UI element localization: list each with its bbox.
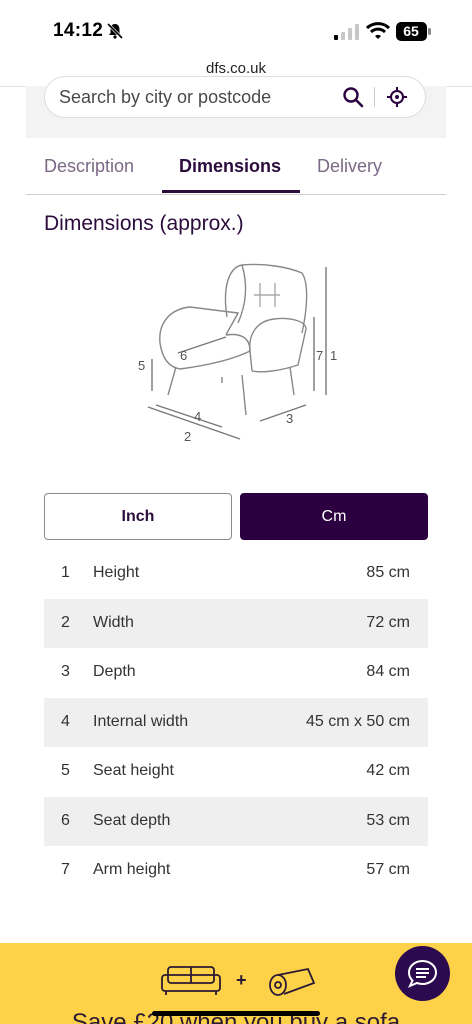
row-number: 7	[61, 861, 70, 878]
sofa-icon	[161, 966, 221, 995]
status-bar: 14:12 65	[0, 0, 472, 56]
tab-dimensions[interactable]: Dimensions	[179, 156, 281, 177]
row-label: Depth	[93, 663, 136, 680]
chair-dimensions-diagram: 1 2 3 4 5 6 7	[138, 263, 337, 444]
row-label: Height	[93, 564, 140, 581]
table-row: 3 Depth 84 cm	[44, 648, 428, 698]
chat-button[interactable]	[395, 946, 450, 1001]
row-label: Internal width	[93, 712, 189, 730]
dimensions-title: Dimensions (approx.)	[44, 212, 244, 235]
signal-icon	[334, 24, 359, 40]
battery-level: 65	[403, 23, 419, 39]
row-value: 85 cm	[366, 564, 410, 581]
row-number: 4	[61, 712, 70, 730]
search-icon[interactable]	[341, 85, 365, 109]
row-number: 5	[61, 762, 70, 779]
locate-icon[interactable]	[385, 85, 409, 109]
row-label: Arm height	[93, 861, 171, 878]
diagram-label-3: 3	[286, 411, 293, 426]
diagram-label-5: 5	[138, 358, 145, 373]
row-number: 6	[61, 811, 70, 829]
diagram-label-7: 7	[316, 348, 323, 363]
wifi-icon	[366, 22, 390, 39]
search-placeholder: Search by city or postcode	[59, 87, 272, 107]
row-number: 1	[61, 564, 70, 581]
row-value: 57 cm	[366, 861, 410, 878]
unit-cm-button[interactable]: Cm	[240, 493, 428, 540]
status-time: 14:12	[53, 20, 104, 41]
table-row: 5 Seat height 42 cm	[44, 747, 428, 797]
row-label: Width	[93, 613, 134, 631]
search-input[interactable]: Search by city or postcode	[44, 76, 426, 118]
dimensions-table: 1 Height 85 cm 2 Width 72 cm 3 Depth 84 …	[44, 549, 428, 896]
table-row: 1 Height 85 cm	[44, 549, 428, 599]
row-label: Seat height	[93, 762, 174, 779]
tab-description[interactable]: Description	[44, 156, 134, 177]
row-number: 3	[61, 663, 70, 680]
search-divider	[374, 87, 375, 107]
url-text: dfs.co.uk	[205, 60, 267, 77]
active-tab-indicator	[162, 190, 300, 193]
promo-icons: +	[161, 966, 316, 996]
row-value: 45 cm x 50 cm	[305, 712, 410, 730]
bell-slash-icon	[106, 22, 124, 40]
svg-text:+: +	[236, 970, 247, 990]
table-row: 4 Internal width 45 cm x 50 cm	[44, 697, 428, 747]
home-indicator	[152, 1011, 320, 1016]
row-value: 42 cm	[366, 762, 410, 779]
row-value: 84 cm	[366, 663, 410, 680]
store-search-panel: Search by city or postcode	[26, 76, 446, 138]
diagram-label-1: 1	[330, 348, 337, 363]
diagram-label-4: 4	[194, 409, 201, 424]
row-number: 2	[61, 613, 70, 631]
tab-delivery[interactable]: Delivery	[317, 156, 382, 177]
row-label: Seat depth	[93, 811, 171, 829]
product-info-tabs: Description Dimensions Delivery	[26, 150, 446, 195]
row-value: 53 cm	[366, 811, 410, 829]
fabric-roll-icon	[269, 967, 316, 996]
chat-icon	[407, 959, 438, 988]
table-row: 2 Width 72 cm	[44, 598, 428, 648]
table-row: 7 Arm height 57 cm	[44, 846, 428, 896]
table-row: 6 Seat depth 53 cm	[44, 796, 428, 846]
row-value: 72 cm	[366, 613, 410, 631]
diagram-label-2: 2	[184, 429, 191, 444]
unit-inch-button[interactable]: Inch	[44, 493, 232, 540]
diagram-label-6: 6	[180, 348, 187, 363]
